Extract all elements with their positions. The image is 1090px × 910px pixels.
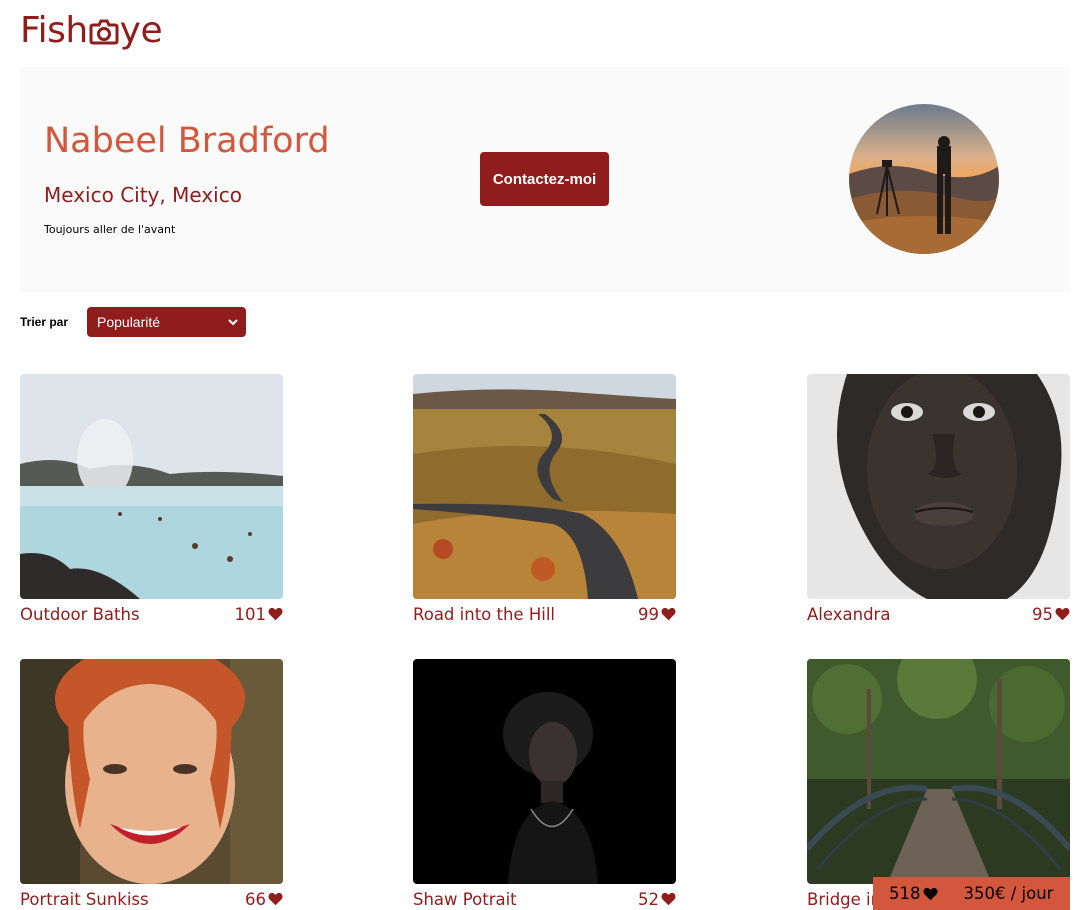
sort-selected-value: Popularité	[97, 314, 161, 330]
media-card[interactable]: Alexandra 95	[807, 374, 1070, 629]
fisheye-logo[interactable]: Fish ye	[20, 8, 163, 52]
like-count: 52	[638, 889, 659, 909]
media-card[interactable]: Outdoor Baths 101	[20, 374, 283, 629]
sort-select[interactable]: Popularité	[87, 307, 246, 337]
photographer-name: Nabeel Bradford	[44, 121, 330, 161]
sort-label: Trier par	[20, 315, 69, 329]
media-thumbnail[interactable]	[807, 374, 1070, 599]
logo-text-right: ye	[119, 9, 163, 51]
likes-price-summary: 518 350€ / jour	[873, 877, 1070, 910]
sort-control: Trier par Popularité	[20, 307, 246, 337]
media-likes[interactable]: 99	[638, 605, 676, 624]
media-meta: Outdoor Baths 101	[20, 599, 283, 629]
media-likes[interactable]: 66	[245, 890, 283, 909]
total-likes-count: 518	[889, 884, 921, 903]
daily-price: 350€ / jour	[963, 884, 1054, 903]
logo-text-left: Fish	[20, 9, 88, 51]
media-likes[interactable]: 52	[638, 890, 676, 909]
media-thumbnail[interactable]	[413, 374, 676, 599]
media-title: Road into the Hill	[413, 604, 555, 624]
heart-icon[interactable]	[661, 607, 676, 621]
heart-icon	[922, 887, 938, 900]
heart-icon[interactable]	[661, 892, 676, 906]
heart-icon[interactable]	[1055, 607, 1070, 621]
chevron-down-icon	[228, 319, 238, 326]
media-meta: Shaw Potrait 52	[413, 884, 676, 910]
total-likes: 518	[889, 884, 938, 903]
media-thumbnail[interactable]	[20, 659, 283, 884]
media-meta: Portrait Sunkiss 66	[20, 884, 283, 910]
media-meta: Road into the Hill 99	[413, 599, 676, 629]
media-likes[interactable]: 95	[1032, 605, 1070, 624]
contact-button[interactable]: Contactez-moi	[480, 152, 609, 206]
media-title: Alexandra	[807, 604, 891, 624]
media-card[interactable]: Shaw Potrait 52	[413, 659, 676, 910]
media-card[interactable]: Bridge into the Forest	[807, 659, 1070, 910]
media-title: Outdoor Baths	[20, 604, 140, 624]
media-thumbnail[interactable]	[413, 659, 676, 884]
heart-icon[interactable]	[268, 607, 283, 621]
heart-icon[interactable]	[268, 892, 283, 906]
media-thumbnail[interactable]	[807, 659, 1070, 884]
media-title: Shaw Potrait	[413, 889, 517, 909]
like-count: 101	[234, 604, 267, 624]
like-count: 95	[1032, 604, 1053, 624]
media-card[interactable]: Road into the Hill 99	[413, 374, 676, 629]
media-likes[interactable]: 101	[235, 605, 284, 624]
media-title: Portrait Sunkiss	[20, 889, 149, 909]
media-card[interactable]: Portrait Sunkiss 66	[20, 659, 283, 910]
photographer-avatar	[849, 104, 999, 254]
photographer-tagline: Toujours aller de l'avant	[44, 223, 176, 236]
camera-icon	[89, 19, 119, 45]
photographer-header: Nabeel Bradford Mexico City, Mexico Touj…	[20, 67, 1070, 292]
like-count: 99	[638, 604, 659, 624]
like-count: 66	[245, 889, 266, 909]
photographer-location: Mexico City, Mexico	[44, 183, 242, 207]
media-meta: Alexandra 95	[807, 599, 1070, 629]
media-thumbnail[interactable]	[20, 374, 283, 599]
